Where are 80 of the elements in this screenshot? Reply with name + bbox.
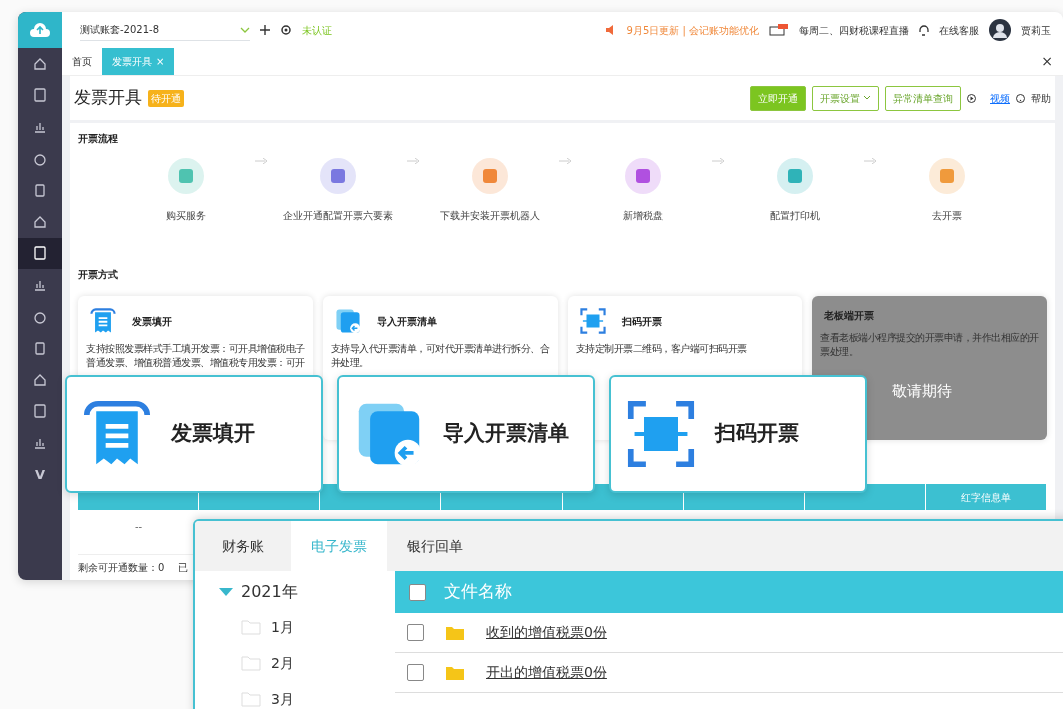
tree-node[interactable]: 3月: [271, 688, 294, 709]
tree-node[interactable]: 1月: [271, 616, 294, 638]
row-checkbox[interactable]: [407, 664, 424, 681]
nav-icon[interactable]: [32, 403, 48, 420]
card-description: 支持导入代开票清单，可对代开票清单进行拆分、合并处理。: [330, 342, 551, 370]
archive-tab[interactable]: 财务账: [195, 521, 291, 571]
chevron-icon: [240, 25, 250, 34]
step-label: 去开票: [931, 209, 962, 223]
service-link[interactable]: 在线客服: [939, 22, 979, 38]
row-checkbox[interactable]: [407, 624, 424, 641]
opened-count: 已: [178, 561, 189, 575]
archive-tab[interactable]: 银行回单: [387, 521, 483, 571]
nav-icon[interactable]: [32, 87, 48, 104]
file-link[interactable]: 收到的增值税票0份: [486, 622, 607, 643]
step-icon: [320, 158, 357, 194]
nav-icon[interactable]: [32, 245, 48, 262]
settings-icon[interactable]: [280, 24, 292, 36]
step-label: 下载并安装开票机器人: [440, 209, 541, 223]
sidebar-item[interactable]: V: [18, 458, 62, 491]
step-icon: [168, 158, 204, 194]
video-icon: [967, 93, 976, 103]
account-select[interactable]: 测试账套-2021-8: [80, 19, 250, 41]
arrow-icon: [559, 158, 574, 164]
folder-icon: [446, 625, 464, 640]
card-description: 查看老板端小程序提交的开票申请，并作出相应的开票处理。: [820, 331, 1040, 359]
arrow-icon: [863, 158, 878, 164]
close-button[interactable]: ×: [1031, 48, 1063, 75]
section-title: 开票流程: [78, 132, 119, 146]
file-link[interactable]: 开出的增值税票0份: [486, 662, 607, 683]
column-header: 红字信息单: [925, 484, 1047, 510]
live-link[interactable]: 每周二、四财税课程直播: [799, 22, 909, 38]
user-name: 贾莉玉: [1021, 23, 1051, 38]
nav-icon[interactable]: [32, 340, 48, 357]
folder-icon: [241, 691, 261, 707]
help-icon: [1016, 93, 1025, 103]
step-icon: [472, 158, 509, 194]
arrow-icon: [711, 158, 726, 164]
folder-icon: [446, 665, 464, 680]
step-label: 购买服务: [166, 209, 206, 223]
table-cell-text: --: [133, 519, 144, 534]
page-tab[interactable]: 首页: [62, 48, 102, 75]
arrow-icon: [407, 158, 422, 164]
avatar-icon[interactable]: [989, 19, 1011, 41]
status-badge: 待开通: [148, 89, 184, 107]
add-icon[interactable]: [260, 25, 270, 35]
arrow-icon: [255, 158, 270, 164]
folder-icon: [241, 655, 261, 671]
card-title: 扫码开票: [621, 314, 662, 329]
coming-soon-label: 敬请期待: [892, 381, 953, 402]
help-link[interactable]: 帮助: [1031, 90, 1051, 106]
step-label: 配置打印机: [769, 209, 820, 223]
headset-icon: [919, 24, 929, 36]
card-description: 支持按照发票样式手工填开发票：可开具增值税电子普通发票、增值税普通发票、增值税专用发票：可开: [86, 342, 306, 370]
nav-icon[interactable]: [32, 182, 48, 199]
card-title: 老板端开票: [824, 309, 875, 323]
column-header: 文件名称: [444, 580, 512, 604]
account-name: 测试账套-2021-8: [80, 23, 161, 37]
live-icon: [769, 24, 789, 36]
step-label: 新增税盘: [622, 209, 663, 223]
step-icon: [776, 158, 813, 194]
cert-status: 未认证: [302, 23, 332, 38]
tree-node[interactable]: 2021年: [241, 580, 298, 604]
step-label: 企业开通配置开票六要素: [283, 209, 394, 223]
fill-invoice-icon: [90, 308, 116, 334]
select-all-checkbox[interactable]: [409, 583, 426, 601]
scan-invoice-icon: [627, 400, 695, 468]
step-icon: [928, 158, 965, 194]
scan-invoice-icon: [579, 308, 606, 334]
section-title: 开票方式: [78, 268, 119, 282]
card-title: 导入开票清单: [376, 314, 437, 329]
video-link[interactable]: 视频: [990, 90, 1010, 106]
card-description: 支持定制开票二维码，客户端可扫码开票: [575, 342, 748, 356]
remaining-count: 剩余可开通数量：0: [78, 561, 165, 575]
step-icon: [624, 158, 661, 194]
import-invoice-icon: [334, 308, 361, 334]
chevron-icon: [863, 95, 871, 101]
folder-icon: [241, 619, 261, 635]
page-title: 发票开具: [74, 86, 142, 110]
card-title: 发票填开: [132, 314, 172, 329]
tree-node[interactable]: 2月: [271, 652, 294, 674]
